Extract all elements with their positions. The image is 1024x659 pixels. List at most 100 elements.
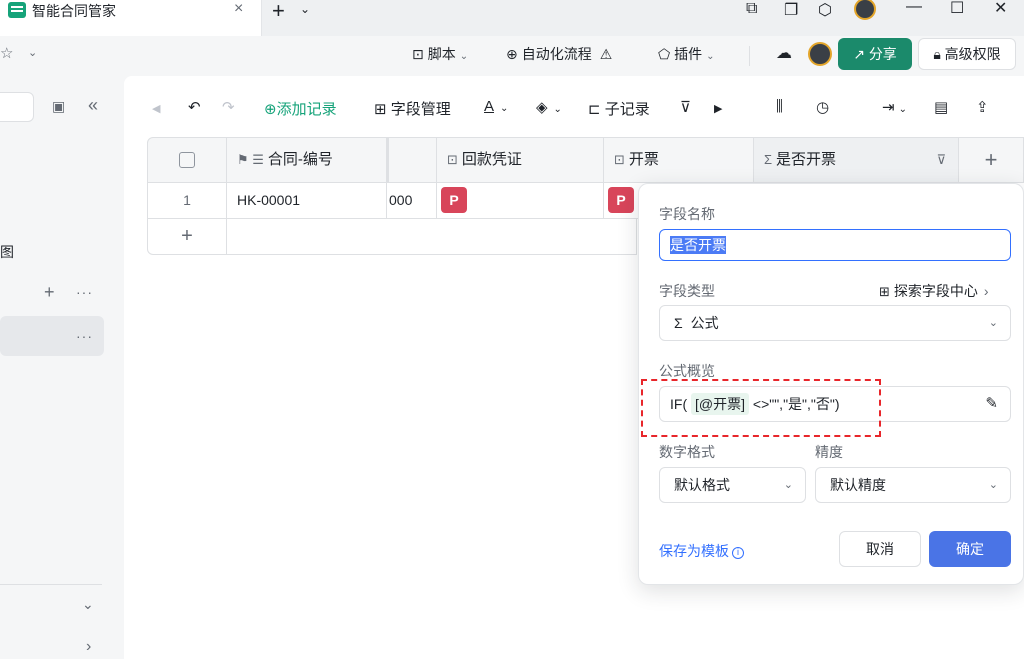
chevron-down-icon: ⌄ — [988, 479, 998, 491]
hierarchy-icon: ⊏ — [588, 101, 605, 118]
maximize-button[interactable]: ☐ — [950, 0, 964, 18]
chevron-down-icon[interactable]: ⌄ — [82, 596, 94, 613]
divider — [0, 584, 102, 585]
field-manage-label: 字段管理 — [390, 101, 451, 118]
add-column-button[interactable]: + — [959, 137, 1024, 183]
explore-label: 探索字段中心 — [893, 283, 978, 299]
collapse-sidebar-icon[interactable]: « — [88, 95, 98, 116]
column-header-payment-proof[interactable]: ⊡ 回款凭证 — [437, 137, 604, 183]
more-icon[interactable]: ··· — [76, 284, 93, 300]
app-tab[interactable]: 智能合同管家 × — [0, 0, 262, 36]
edit-pencil-icon[interactable]: ✎ — [985, 387, 998, 421]
sub-record-button[interactable]: ⊏ 子记录 — [588, 98, 650, 119]
star-chevron-icon[interactable]: ⌄ — [28, 46, 37, 59]
chevron-down-icon: ⌄ — [553, 104, 562, 115]
filter-icon[interactable]: ⊽ — [936, 138, 946, 182]
advanced-permission-button[interactable]: 🔒︎ 高级权限 — [918, 38, 1016, 70]
chevron-right-icon[interactable]: › — [86, 638, 91, 656]
scroll-right-icon[interactable]: ▶ — [714, 102, 722, 115]
field-type-select[interactable]: Σ 公式 ⌄ — [659, 305, 1011, 341]
close-tab-icon[interactable]: × — [234, 0, 243, 18]
number-format-label: 数字格式 — [659, 444, 715, 460]
payment-proof-cell[interactable]: P — [437, 183, 604, 219]
field-type-label: 字段类型 — [659, 283, 715, 299]
permission-label: 高级权限 — [944, 46, 1001, 62]
star-icon[interactable]: ☆ — [0, 44, 13, 62]
sidebar-search-input[interactable] — [0, 92, 34, 122]
warning-icon: ⚠ — [599, 46, 613, 62]
partial-cell[interactable]: 000 — [387, 183, 437, 219]
precision-label: 精度 — [815, 444, 843, 460]
user-avatar[interactable] — [854, 0, 876, 20]
fill-color-button[interactable]: ◈ ⌄ — [536, 98, 562, 116]
field-name-input[interactable]: 是否开票 — [659, 229, 1011, 261]
confirm-button[interactable]: 确定 — [929, 531, 1011, 567]
chevron-down-icon: ⌄ — [459, 51, 469, 62]
plus-circle-icon: ⊕ — [264, 101, 277, 118]
number-format-value: 默认格式 — [674, 477, 730, 493]
history-icon[interactable]: ◷ — [816, 98, 829, 116]
plugin-button[interactable]: ⬠ 插件 ⌄ — [658, 44, 715, 64]
save-template-label: 保存为模板 — [659, 543, 729, 559]
puzzle-icon: ⬠ — [658, 46, 671, 62]
column-header-invoice[interactable]: ⊡ 开票 — [604, 137, 754, 183]
minimize-button[interactable]: — — [906, 0, 922, 16]
select-all-cell[interactable] — [147, 137, 227, 183]
field-name-value: 是否开票 — [670, 236, 726, 254]
top-bar: ☆ ⌄ ⊡ 脚本 ⌄ ⊕ 自动化流程 ⚠ ⬠ 插件 ⌄ ☁ ↗ 分享 🔒︎ 高级权限 — [0, 36, 1024, 76]
scroll-left-icon[interactable]: ◀ — [152, 102, 160, 115]
select-all-checkbox[interactable] — [179, 152, 195, 169]
precision-select[interactable]: 默认精度 ⌄ — [815, 467, 1011, 503]
column-header-is-invoiced[interactable]: Σ 是否开票 ⊽ — [754, 137, 959, 183]
precision-value: 默认精度 — [830, 477, 886, 493]
plugin-label: 插件 — [674, 46, 703, 62]
new-tab-button[interactable]: + — [272, 0, 285, 24]
share-button[interactable]: ↗ 分享 — [838, 38, 912, 70]
paint-bucket-icon: ◈ — [536, 99, 548, 116]
sidebar-item-selected[interactable]: ··· — [0, 316, 104, 356]
column-header-hidden[interactable] — [387, 137, 437, 183]
column-header-contract-no[interactable]: ⚑ ☰ 合同-编号 — [227, 137, 387, 183]
cube-icon[interactable]: ⬡ — [818, 0, 832, 20]
robot-icon: ⊕ — [506, 46, 518, 62]
info-icon[interactable]: i — [732, 547, 744, 559]
add-row-area[interactable] — [227, 219, 637, 255]
add-row-button[interactable]: + — [147, 219, 227, 255]
cloud-icon[interactable]: ☁ — [776, 43, 792, 63]
pdf-attachment-icon[interactable]: P — [608, 187, 634, 213]
field-manage-button[interactable]: ⊞ 字段管理 — [374, 98, 451, 119]
automation-button[interactable]: ⊕ 自动化流程 ⚠ — [506, 44, 616, 64]
column-header-label: 开票 — [628, 151, 659, 168]
share-record-icon[interactable]: ⇪ — [976, 98, 989, 116]
cancel-button[interactable]: 取消 — [839, 531, 921, 567]
chart-icon[interactable]: ⫼ — [776, 98, 783, 115]
collaborator-avatar[interactable] — [808, 42, 832, 66]
share-label: 分享 — [868, 46, 897, 62]
close-window-button[interactable]: ✕ — [994, 0, 1007, 18]
add-table-icon[interactable]: + — [44, 282, 55, 303]
save-as-template-link[interactable]: 保存为模板 i — [659, 541, 744, 561]
more-icon[interactable]: ··· — [76, 328, 93, 344]
window-icon[interactable]: ❐ — [784, 0, 798, 20]
sigma-icon: Σ — [674, 315, 683, 331]
pdf-attachment-icon[interactable]: P — [441, 187, 467, 213]
script-label: 脚本 — [427, 46, 456, 62]
contract-no-cell[interactable]: HK-00001 — [227, 183, 387, 219]
script-button[interactable]: ⊡ 脚本 ⌄ — [412, 44, 468, 64]
sidebar-toggle-icon[interactable]: ▣ — [52, 98, 65, 115]
sidebar-item-label: 图 — [0, 244, 14, 260]
export-icon[interactable]: ⇥ ⌄ — [882, 98, 907, 116]
number-format-select[interactable]: 默认格式 ⌄ — [659, 467, 806, 503]
filter-icon[interactable]: ⊽ — [680, 98, 691, 116]
field-name-label: 字段名称 — [659, 206, 715, 222]
clipboard-icon[interactable]: ▤ — [934, 98, 948, 116]
chevron-right-icon: › — [983, 283, 989, 299]
column-header-label: 回款凭证 — [461, 151, 522, 168]
text-color-button[interactable]: A ⌄ — [484, 98, 508, 115]
explore-field-center-link[interactable]: ⊞ 探索字段中心 › — [879, 281, 989, 301]
undo-icon[interactable]: ↶ — [188, 98, 201, 116]
tab-list-chevron-icon[interactable]: ⌄ — [300, 2, 310, 16]
add-record-button[interactable]: ⊕添加记录 — [264, 98, 337, 119]
redo-icon[interactable]: ↷ — [222, 98, 235, 116]
screenshot-icon[interactable]: ⧉ — [746, 0, 757, 18]
